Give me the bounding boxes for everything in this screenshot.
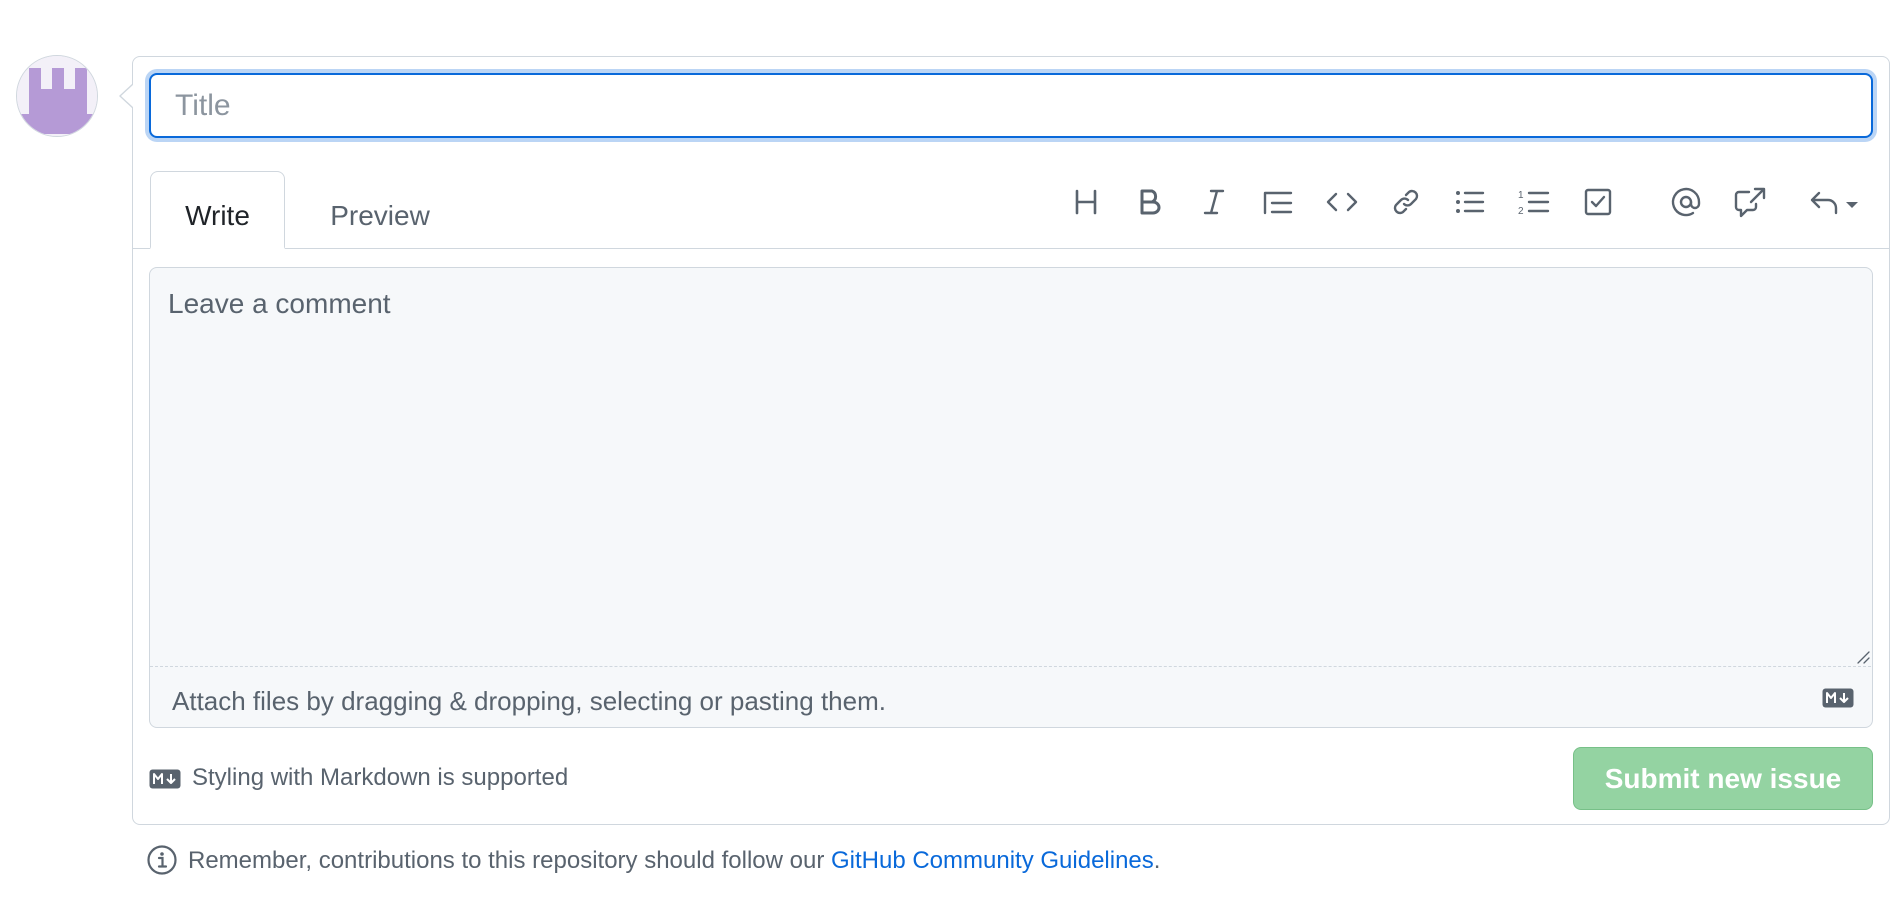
- info-icon: [147, 845, 177, 875]
- avatar: [16, 55, 98, 137]
- heading-icon: [1075, 189, 1097, 215]
- unordered-list-button[interactable]: [1446, 178, 1494, 226]
- svg-text:2: 2: [1518, 206, 1524, 217]
- resize-handle-icon[interactable]: [1856, 650, 1870, 664]
- tab-preview[interactable]: Preview: [300, 171, 460, 249]
- ordered-list-icon: 1 2: [1518, 190, 1550, 217]
- reply-button[interactable]: [1806, 178, 1866, 226]
- form-caret-inner: [121, 84, 134, 108]
- bold-icon: [1140, 189, 1161, 215]
- new-issue-page: Write Preview: [0, 0, 1904, 908]
- title-input[interactable]: [149, 73, 1873, 138]
- quote-button[interactable]: [1254, 178, 1302, 226]
- comment-box: Attach files by dragging & dropping, sel…: [149, 267, 1873, 728]
- attach-divider: [150, 666, 1871, 667]
- italic-button[interactable]: [1190, 178, 1238, 226]
- cross-reference-icon: [1734, 187, 1766, 218]
- guidelines-suffix: .: [1153, 847, 1161, 874]
- markdown-icon[interactable]: [1822, 688, 1854, 708]
- markdown-footer-icon: [149, 769, 181, 789]
- task-list-icon: [1584, 188, 1612, 216]
- submit-issue-button[interactable]: Submit new issue: [1573, 747, 1873, 810]
- link-icon: [1393, 189, 1419, 215]
- unordered-list-icon: [1456, 191, 1485, 213]
- mention-button[interactable]: [1662, 178, 1710, 226]
- svg-text:1: 1: [1518, 190, 1524, 201]
- code-button[interactable]: [1318, 178, 1366, 226]
- mention-icon: [1671, 187, 1701, 217]
- ordered-list-button[interactable]: 1 2: [1510, 178, 1558, 226]
- comment-textarea[interactable]: [150, 268, 1871, 666]
- reply-icon: [1810, 191, 1858, 215]
- quote-icon: [1263, 191, 1293, 215]
- cross-reference-button[interactable]: [1726, 178, 1774, 226]
- link-button[interactable]: [1382, 178, 1430, 226]
- bold-button[interactable]: [1126, 178, 1174, 226]
- markdown-supported-note[interactable]: Styling with Markdown is supported: [192, 763, 568, 793]
- code-icon: [1326, 192, 1358, 212]
- guidelines-note: Remember, contributions to this reposito…: [188, 846, 1160, 876]
- task-list-button[interactable]: [1574, 178, 1622, 226]
- community-guidelines-link[interactable]: GitHub Community Guidelines: [831, 847, 1154, 874]
- italic-icon: [1203, 189, 1225, 215]
- tab-write[interactable]: Write: [150, 171, 285, 249]
- heading-button[interactable]: [1062, 178, 1110, 226]
- attach-files-label[interactable]: Attach files by dragging & dropping, sel…: [172, 686, 886, 716]
- avatar-identicon: [17, 56, 97, 136]
- guidelines-prefix: Remember, contributions to this reposito…: [188, 847, 831, 874]
